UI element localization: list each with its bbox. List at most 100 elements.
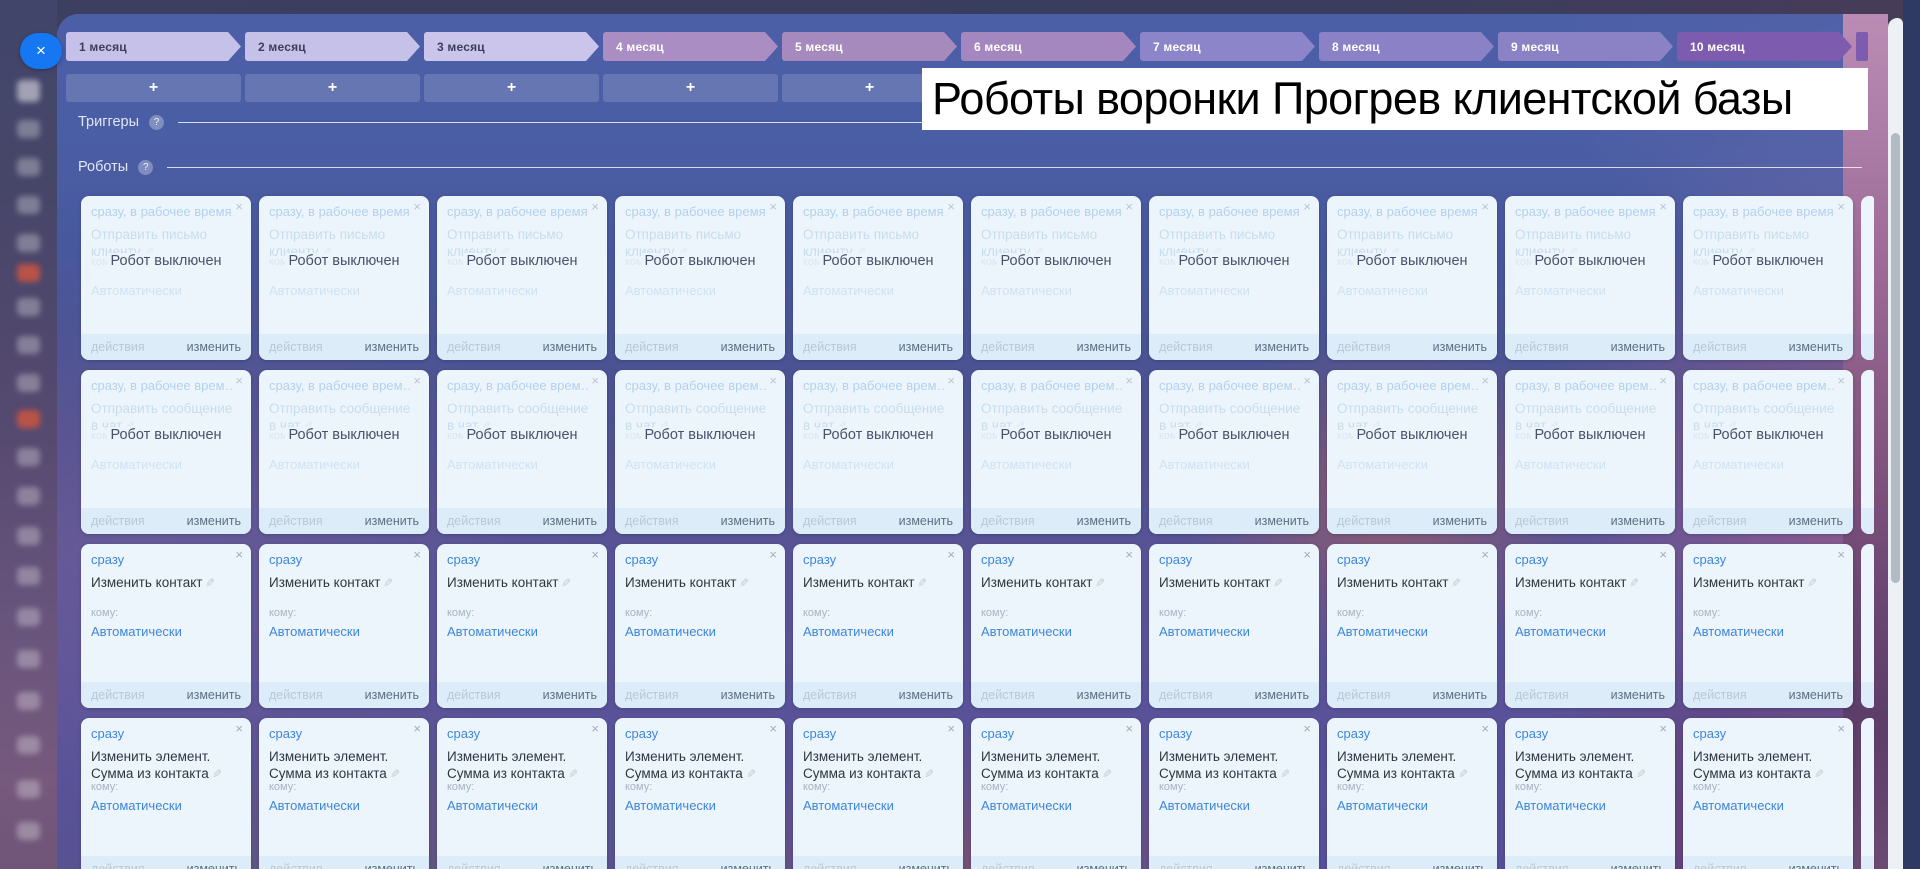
robot-card[interactable]: ×сразуИзменить контакт✎кому:Автоматическ… <box>1683 544 1853 708</box>
card-actions-link[interactable]: действия <box>447 688 501 702</box>
edit-pencil-icon[interactable]: ✎ <box>1636 766 1646 783</box>
card-edit-link[interactable]: изменить <box>543 514 597 528</box>
timing-link[interactable]: сразу, в рабочее время <box>1693 204 1834 219</box>
edit-pencil-icon[interactable]: ✎ <box>568 766 578 783</box>
close-icon[interactable]: × <box>591 722 599 735</box>
robot-action-label[interactable]: Изменить элемент. Сумма из контакта✎ <box>625 748 775 783</box>
card-edit-link[interactable]: изменить <box>1789 340 1843 354</box>
recipient-value-link[interactable]: Автоматически <box>981 457 1072 472</box>
timing-link[interactable]: сразу <box>625 726 658 741</box>
sidebar-blurred-icon[interactable] <box>17 158 40 176</box>
timing-link[interactable]: сразу, в рабочее врем… <box>1337 378 1479 393</box>
close-icon[interactable]: × <box>1837 722 1845 735</box>
robot-card[interactable]: ×сразу, в рабочее врем…Отправить сообщен… <box>1149 370 1319 534</box>
card-actions-link[interactable]: действия <box>447 514 501 528</box>
timing-link[interactable]: сразу <box>981 726 1014 741</box>
robot-action-label[interactable]: Изменить элемент. Сумма из контакта✎ <box>981 748 1131 783</box>
card-actions-link[interactable]: действия <box>1337 514 1391 528</box>
close-icon[interactable]: × <box>1659 200 1667 213</box>
robot-card[interactable]: ×сразуИзменить контакт✎кому:Автоматическ… <box>1327 544 1497 708</box>
close-icon[interactable]: × <box>1125 200 1133 213</box>
timing-link[interactable]: сразу <box>625 552 658 567</box>
recipient-value-link[interactable]: Автоматически <box>1693 283 1784 298</box>
robot-action-label[interactable]: Изменить контакт✎ <box>803 574 953 592</box>
recipient-value-link[interactable]: Автоматически <box>625 283 716 298</box>
card-actions-link[interactable]: действия <box>91 340 145 354</box>
card-actions-link[interactable]: действия <box>1693 688 1747 702</box>
stage-tab-partial[interactable] <box>1856 32 1868 61</box>
close-icon[interactable]: × <box>1659 374 1667 387</box>
robot-card[interactable]: ×сразу, в рабочее врем…Отправить сообщен… <box>793 370 963 534</box>
timing-link[interactable]: сразу <box>91 552 124 567</box>
close-icon[interactable]: × <box>591 200 599 213</box>
timing-link[interactable]: сразу, в рабочее время <box>1159 204 1300 219</box>
card-edit-link[interactable]: изменить <box>1433 688 1487 702</box>
robot-card[interactable]: ×сразуИзменить контакт✎кому:Автоматическ… <box>793 544 963 708</box>
close-pipeline-button[interactable]: × <box>20 33 62 69</box>
robot-card[interactable]: ×сразу, в рабочее врем…Отправить сообщен… <box>437 370 607 534</box>
robot-card[interactable]: ×сразу, в рабочее врем…Отправить сообщен… <box>259 370 429 534</box>
timing-link[interactable]: сразу, в рабочее врем… <box>1515 378 1657 393</box>
close-icon[interactable]: × <box>1303 374 1311 387</box>
card-edit-link[interactable]: изменить <box>721 862 775 869</box>
robot-card[interactable]: ×сразуИзменить элемент. Сумма из контакт… <box>615 718 785 869</box>
recipient-value-link[interactable]: Автоматически <box>981 798 1072 813</box>
timing-link[interactable]: сразу <box>1515 726 1548 741</box>
close-icon[interactable]: × <box>947 722 955 735</box>
stage-tab-1[interactable]: 1 месяц <box>66 32 241 61</box>
robot-card[interactable]: ×сразу, в рабочее врем…Отправить сообщен… <box>1327 370 1497 534</box>
card-edit-link[interactable]: изменить <box>1077 514 1131 528</box>
robot-card[interactable]: ×сразуИзменить контакт✎кому:Автоматическ… <box>971 544 1141 708</box>
recipient-value-link[interactable]: Автоматически <box>447 624 538 639</box>
timing-link[interactable]: сразу, в рабочее время <box>1337 204 1478 219</box>
timing-link[interactable]: сразу <box>1337 726 1370 741</box>
card-edit-link[interactable]: изменить <box>1433 340 1487 354</box>
timing-link[interactable]: сразу, в рабочее время <box>625 204 766 219</box>
robot-action-label[interactable]: Изменить контакт✎ <box>981 574 1131 592</box>
sidebar-blurred-icon[interactable] <box>17 692 40 710</box>
robot-card[interactable]: ×сразу, в рабочее врем…Отправить сообщен… <box>81 370 251 534</box>
card-edit-link[interactable]: изменить <box>1611 340 1665 354</box>
card-actions-link[interactable]: действия <box>447 340 501 354</box>
robot-action-label[interactable]: Изменить контакт✎ <box>625 574 775 592</box>
close-icon[interactable]: × <box>1125 374 1133 387</box>
robot-action-label[interactable]: Изменить элемент. Сумма из контакта✎ <box>1515 748 1665 783</box>
card-actions-link[interactable]: действия <box>981 688 1035 702</box>
card-actions-link[interactable]: действия <box>625 340 679 354</box>
help-icon[interactable]: ? <box>138 160 153 175</box>
timing-link[interactable]: сразу, в рабочее время <box>269 204 410 219</box>
timing-link[interactable]: сразу, в рабочее врем… <box>803 378 945 393</box>
close-icon[interactable]: × <box>413 200 421 213</box>
scrollbar-thumb[interactable] <box>1891 133 1900 583</box>
timing-link[interactable]: сразу, в рабочее время <box>803 204 944 219</box>
recipient-value-link[interactable]: Автоматически <box>447 798 538 813</box>
close-icon[interactable]: × <box>235 722 243 735</box>
close-icon[interactable]: × <box>1659 548 1667 561</box>
help-icon[interactable]: ? <box>149 115 164 130</box>
card-actions-link[interactable]: действия <box>91 514 145 528</box>
recipient-value-link[interactable]: Автоматически <box>1693 624 1784 639</box>
card-edit-link[interactable]: изменить <box>187 862 241 869</box>
card-edit-link[interactable]: изменить <box>1077 340 1131 354</box>
close-icon[interactable]: × <box>769 548 777 561</box>
card-actions-link[interactable]: действия <box>981 514 1035 528</box>
card-actions-link[interactable]: действия <box>1693 340 1747 354</box>
card-actions-link[interactable]: действия <box>981 340 1035 354</box>
recipient-value-link[interactable]: Автоматически <box>1337 624 1428 639</box>
stage-tab-8[interactable]: 8 месяц <box>1319 32 1494 61</box>
robot-card[interactable]: ×сразуИзменить контакт✎кому:Автоматическ… <box>615 544 785 708</box>
sidebar-blurred-icon[interactable] <box>17 650 40 668</box>
card-actions-link[interactable]: действия <box>981 862 1035 869</box>
recipient-value-link[interactable]: Автоматически <box>1159 624 1250 639</box>
card-actions-link[interactable]: действия <box>1693 862 1747 869</box>
edit-pencil-icon[interactable]: ✎ <box>917 575 927 592</box>
card-edit-link[interactable]: изменить <box>543 340 597 354</box>
edit-pencil-icon[interactable]: ✎ <box>1280 766 1290 783</box>
edit-pencil-icon[interactable]: ✎ <box>561 575 571 592</box>
stage-tab-9[interactable]: 9 месяц <box>1498 32 1673 61</box>
sidebar-blurred-icon[interactable] <box>17 487 40 505</box>
close-icon[interactable]: × <box>235 548 243 561</box>
timing-link[interactable]: сразу <box>269 552 302 567</box>
timing-link[interactable]: сразу, в рабочее время <box>981 204 1122 219</box>
robot-card[interactable]: ×сразуИзменить элемент. Сумма из контакт… <box>437 718 607 869</box>
